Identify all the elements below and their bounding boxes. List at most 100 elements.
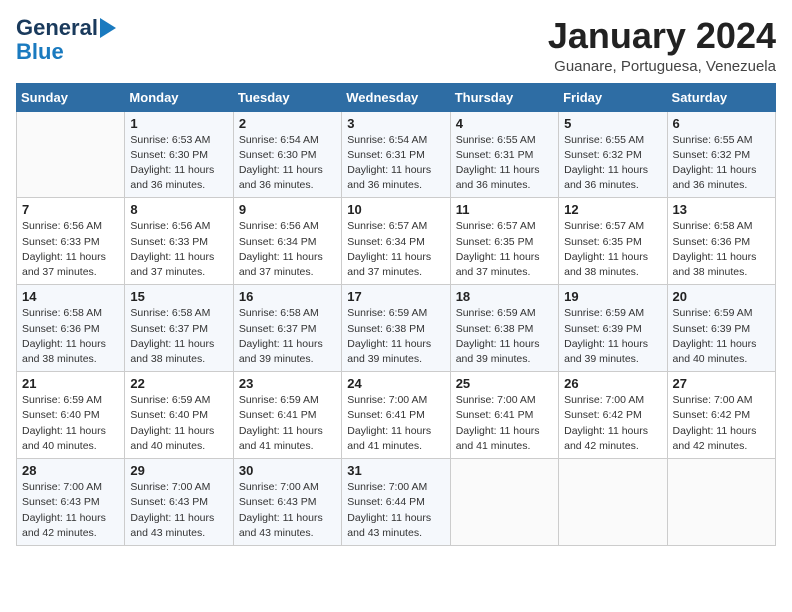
calendar-cell: 23Sunrise: 6:59 AM Sunset: 6:41 PM Dayli… <box>233 372 341 459</box>
logo-blue: Blue <box>16 40 64 64</box>
logo-general: General <box>16 16 98 40</box>
day-info: Sunrise: 6:55 AM Sunset: 6:31 PM Dayligh… <box>456 133 553 194</box>
day-number: 11 <box>456 202 553 217</box>
day-info: Sunrise: 7:00 AM Sunset: 6:44 PM Dayligh… <box>347 480 444 541</box>
calendar-cell: 12 Sunrise: 6:57 AM Sunset: 6:35 PM Dayli… <box>559 198 667 285</box>
day-info: Sunrise: 6:59 AM Sunset: 6:40 PM Dayligh… <box>22 393 119 454</box>
day-number: 7 <box>22 202 119 217</box>
day-info: Sunrise: 6:56 AM Sunset: 6:33 PM Dayligh… <box>22 219 119 280</box>
day-number: 26 <box>564 376 661 391</box>
day-number: 28 <box>22 463 119 478</box>
day-number: 17 <box>347 289 444 304</box>
day-number: 10 <box>347 202 444 217</box>
day-number: 4 <box>456 116 553 131</box>
day-info: Sunrise: 6:59 AM Sunset: 6:41 PM Dayligh… <box>239 393 336 454</box>
day-info: Sunrise: 6:59 AM Sunset: 6:38 PM Dayligh… <box>456 306 553 367</box>
day-info: Sunrise: 7:00 AM Sunset: 6:43 PM Dayligh… <box>239 480 336 541</box>
day-number: 19 <box>564 289 661 304</box>
page-header: General Blue January 2024 Guanare, Portu… <box>16 16 776 75</box>
logo-arrow-icon <box>100 18 116 38</box>
column-header-wednesday: Wednesday <box>342 83 450 111</box>
day-number: 13 <box>673 202 770 217</box>
calendar-cell: 26 Sunrise: 7:00 AM Sunset: 6:42 PM Dayli… <box>559 372 667 459</box>
day-number: 24 <box>347 376 444 391</box>
calendar-cell: 10 Sunrise: 6:57 AM Sunset: 6:34 PM Dayli… <box>342 198 450 285</box>
location-subtitle: Guanare, Portuguesa, Venezuela <box>548 58 776 75</box>
day-info: Sunrise: 6:56 AM Sunset: 6:33 PM Dayligh… <box>130 219 227 280</box>
day-number: 5 <box>564 116 661 131</box>
calendar-cell: 11Sunrise: 6:57 AM Sunset: 6:35 PM Dayli… <box>450 198 558 285</box>
calendar-cell: 20 Sunrise: 6:59 AM Sunset: 6:39 PM Dayli… <box>667 285 775 372</box>
title-block: January 2024 Guanare, Portuguesa, Venezu… <box>548 16 776 75</box>
calendar-week-row: 28 Sunrise: 7:00 AM Sunset: 6:43 PM Dayli… <box>17 459 776 546</box>
calendar-cell: 17 Sunrise: 6:59 AM Sunset: 6:38 PM Dayli… <box>342 285 450 372</box>
day-number: 6 <box>673 116 770 131</box>
day-number: 2 <box>239 116 336 131</box>
day-number: 3 <box>347 116 444 131</box>
calendar-cell: 8 Sunrise: 6:56 AM Sunset: 6:33 PM Daylig… <box>125 198 233 285</box>
calendar-cell: 19 Sunrise: 6:59 AM Sunset: 6:39 PM Dayli… <box>559 285 667 372</box>
month-title: January 2024 <box>548 16 776 56</box>
column-header-thursday: Thursday <box>450 83 558 111</box>
day-number: 8 <box>130 202 227 217</box>
day-number: 14 <box>22 289 119 304</box>
calendar-week-row: 14Sunrise: 6:58 AM Sunset: 6:36 PM Dayli… <box>17 285 776 372</box>
day-info: Sunrise: 6:57 AM Sunset: 6:35 PM Dayligh… <box>564 219 661 280</box>
calendar-cell <box>667 459 775 546</box>
calendar-cell: 30Sunrise: 7:00 AM Sunset: 6:43 PM Dayli… <box>233 459 341 546</box>
day-number: 15 <box>130 289 227 304</box>
day-info: Sunrise: 6:54 AM Sunset: 6:30 PM Dayligh… <box>239 133 336 194</box>
day-number: 16 <box>239 289 336 304</box>
day-info: Sunrise: 6:57 AM Sunset: 6:34 PM Dayligh… <box>347 219 444 280</box>
calendar-cell: 27Sunrise: 7:00 AM Sunset: 6:42 PM Dayli… <box>667 372 775 459</box>
calendar-cell: 1Sunrise: 6:53 AM Sunset: 6:30 PM Daylig… <box>125 111 233 198</box>
day-number: 31 <box>347 463 444 478</box>
calendar-table: SundayMondayTuesdayWednesdayThursdayFrid… <box>16 83 776 546</box>
calendar-cell <box>17 111 125 198</box>
day-number: 9 <box>239 202 336 217</box>
calendar-body: 1Sunrise: 6:53 AM Sunset: 6:30 PM Daylig… <box>17 111 776 545</box>
day-info: Sunrise: 7:00 AM Sunset: 6:42 PM Dayligh… <box>564 393 661 454</box>
calendar-cell: 18 Sunrise: 6:59 AM Sunset: 6:38 PM Dayli… <box>450 285 558 372</box>
calendar-cell: 28Sunrise: 7:00 AM Sunset: 6:43 PM Dayli… <box>17 459 125 546</box>
day-info: Sunrise: 6:55 AM Sunset: 6:32 PM Dayligh… <box>673 133 770 194</box>
calendar-week-row: 7 Sunrise: 6:56 AM Sunset: 6:33 PM Daylig… <box>17 198 776 285</box>
day-number: 27 <box>673 376 770 391</box>
day-number: 29 <box>130 463 227 478</box>
day-info: Sunrise: 6:58 AM Sunset: 6:36 PM Dayligh… <box>673 219 770 280</box>
calendar-cell: 22Sunrise: 6:59 AM Sunset: 6:40 PM Dayli… <box>125 372 233 459</box>
day-number: 25 <box>456 376 553 391</box>
calendar-cell: 31 Sunrise: 7:00 AM Sunset: 6:44 PM Dayli… <box>342 459 450 546</box>
column-header-saturday: Saturday <box>667 83 775 111</box>
calendar-cell <box>450 459 558 546</box>
day-number: 18 <box>456 289 553 304</box>
calendar-cell: 6 Sunrise: 6:55 AM Sunset: 6:32 PM Daylig… <box>667 111 775 198</box>
column-header-tuesday: Tuesday <box>233 83 341 111</box>
day-info: Sunrise: 7:00 AM Sunset: 6:41 PM Dayligh… <box>456 393 553 454</box>
calendar-cell: 9 Sunrise: 6:56 AM Sunset: 6:34 PM Daylig… <box>233 198 341 285</box>
calendar-cell: 14Sunrise: 6:58 AM Sunset: 6:36 PM Dayli… <box>17 285 125 372</box>
calendar-header-row: SundayMondayTuesdayWednesdayThursdayFrid… <box>17 83 776 111</box>
calendar-cell: 24Sunrise: 7:00 AM Sunset: 6:41 PM Dayli… <box>342 372 450 459</box>
day-number: 21 <box>22 376 119 391</box>
calendar-cell: 21 Sunrise: 6:59 AM Sunset: 6:40 PM Dayli… <box>17 372 125 459</box>
calendar-cell: 13 Sunrise: 6:58 AM Sunset: 6:36 PM Dayli… <box>667 198 775 285</box>
calendar-week-row: 21 Sunrise: 6:59 AM Sunset: 6:40 PM Dayli… <box>17 372 776 459</box>
day-info: Sunrise: 6:59 AM Sunset: 6:38 PM Dayligh… <box>347 306 444 367</box>
calendar-cell <box>559 459 667 546</box>
calendar-cell: 25 Sunrise: 7:00 AM Sunset: 6:41 PM Dayli… <box>450 372 558 459</box>
day-info: Sunrise: 6:53 AM Sunset: 6:30 PM Dayligh… <box>130 133 227 194</box>
calendar-week-row: 1Sunrise: 6:53 AM Sunset: 6:30 PM Daylig… <box>17 111 776 198</box>
day-number: 12 <box>564 202 661 217</box>
day-info: Sunrise: 6:58 AM Sunset: 6:37 PM Dayligh… <box>239 306 336 367</box>
day-info: Sunrise: 6:55 AM Sunset: 6:32 PM Dayligh… <box>564 133 661 194</box>
day-info: Sunrise: 6:56 AM Sunset: 6:34 PM Dayligh… <box>239 219 336 280</box>
calendar-cell: 4 Sunrise: 6:55 AM Sunset: 6:31 PM Daylig… <box>450 111 558 198</box>
day-info: Sunrise: 6:59 AM Sunset: 6:39 PM Dayligh… <box>673 306 770 367</box>
day-info: Sunrise: 6:59 AM Sunset: 6:40 PM Dayligh… <box>130 393 227 454</box>
calendar-cell: 16 Sunrise: 6:58 AM Sunset: 6:37 PM Dayli… <box>233 285 341 372</box>
calendar-cell: 5 Sunrise: 6:55 AM Sunset: 6:32 PM Daylig… <box>559 111 667 198</box>
column-header-friday: Friday <box>559 83 667 111</box>
day-number: 20 <box>673 289 770 304</box>
day-info: Sunrise: 6:59 AM Sunset: 6:39 PM Dayligh… <box>564 306 661 367</box>
